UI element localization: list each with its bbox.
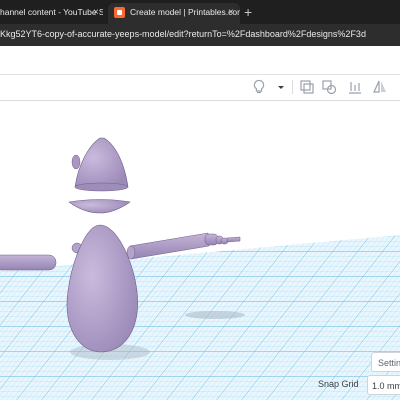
align-icon[interactable] <box>347 79 363 95</box>
lightbulb-icon[interactable] <box>251 79 267 95</box>
editor-toolbar <box>0 75 400 101</box>
ear-shape[interactable] <box>71 154 81 170</box>
dropdown-caret-icon[interactable] <box>273 79 289 95</box>
tab-label: hannel content - YouTube St <box>0 7 103 17</box>
workplane-scene[interactable] <box>0 101 400 400</box>
group-icon[interactable] <box>299 79 315 95</box>
browser-tab-strip: hannel content - YouTube St × Create mod… <box>0 0 400 24</box>
snap-grid-label: Snap Grid <box>318 379 359 389</box>
printables-favicon-icon <box>114 7 125 18</box>
left-arm-shape[interactable] <box>0 254 57 271</box>
toolbar-divider <box>292 80 293 94</box>
ungroup-icon[interactable] <box>321 79 337 95</box>
address-url[interactable]: Kkg52YT6-copy-of-accurate-yeeps-model/ed… <box>0 29 366 39</box>
tab-youtube-studio[interactable]: hannel content - YouTube St × <box>0 3 103 24</box>
app-header <box>0 46 400 75</box>
hat-disc-shape[interactable] <box>68 199 131 214</box>
head-cone-shape[interactable] <box>74 137 129 188</box>
tab-label: Create model | Printables.com <box>130 7 240 17</box>
mirror-icon[interactable] <box>372 79 388 95</box>
tab-close-icon[interactable]: × <box>228 3 234 22</box>
model-shadow <box>185 311 245 319</box>
new-tab-button[interactable]: + <box>244 2 252 22</box>
tab-printables[interactable]: Create model | Printables.com × <box>108 3 240 24</box>
workplane-settings-button[interactable]: Settin <box>371 352 400 372</box>
3d-workplane-viewport[interactable] <box>0 101 400 400</box>
hand-shape[interactable] <box>204 233 241 246</box>
tab-close-icon[interactable]: × <box>93 3 99 22</box>
address-bar[interactable]: Kkg52YT6-copy-of-accurate-yeeps-model/ed… <box>0 24 400 46</box>
snap-grid-select[interactable]: 1.0 mm <box>367 375 400 395</box>
